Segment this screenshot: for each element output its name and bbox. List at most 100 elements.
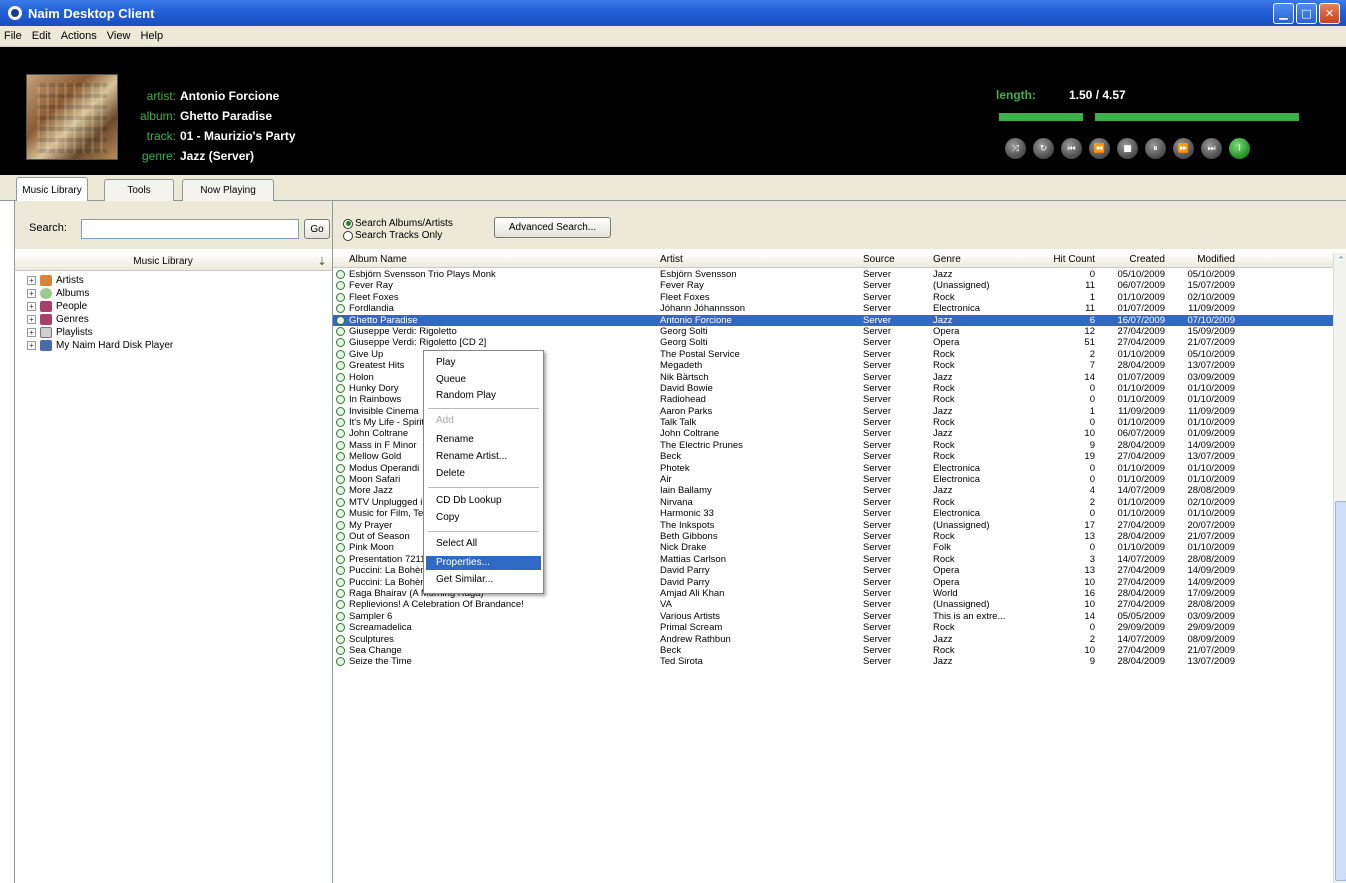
tab-tools[interactable]: Tools [104,179,174,201]
column-hit-count[interactable]: Hit Count [1035,254,1095,265]
table-row[interactable]: Sculptures Andrew Rathbun Server Jazz 2 14/07… [333,634,1333,645]
column-created[interactable]: Created [1105,254,1165,265]
menu-item-queue[interactable]: Queue [436,373,466,387]
expand-icon[interactable]: + [27,301,36,311]
hit-count-cell: 14 [1084,610,1095,622]
hit-count-cell: 0 [1089,269,1095,280]
table-row[interactable]: Ghetto Paradise Antonio Forcione Server Jaz… [333,314,1333,326]
expand-icon[interactable]: + [27,314,36,324]
radio-dot[interactable] [343,218,353,229]
menu-item-get-similar[interactable]: Get Similar... [436,573,493,587]
radio-dot[interactable] [343,230,353,241]
table-row[interactable]: Giuseppe Verdi: Rigoletto [CD 2] Georg So… [333,337,1333,348]
genre-cell: (Unassigned) [933,280,990,292]
menu-item-select-all[interactable]: Select All [436,537,477,551]
table-row[interactable]: Replievions! A Celebration Of Brandance!… [333,599,1333,610]
expand-icon[interactable]: + [27,327,36,337]
menu-item-random-play[interactable]: Random Play [436,389,496,403]
menu-item-cddb-lookup[interactable]: CD Db Lookup [436,494,502,508]
album-name-cell: Replievions! A Celebration Of Brandance! [349,599,524,611]
output-icon[interactable]: ⌇ [1229,138,1250,159]
close-icon[interactable]: ✕ [1319,3,1340,24]
hit-count-cell: 10 [1084,428,1095,440]
menu-item-rename[interactable]: Rename [436,433,474,447]
radio-search-tracks[interactable]: Search Tracks Only [343,230,442,241]
column-modified[interactable]: Modified [1175,254,1235,265]
album-icon [336,554,345,564]
hit-count-cell: 1 [1089,405,1095,417]
rewind-icon[interactable]: ⏪ [1089,138,1110,159]
table-row[interactable]: Sampler 6 Various Artists Server This is an… [333,611,1333,622]
tree-item-hard-disk-player[interactable]: + My Naim Hard Disk Player [27,339,173,351]
menu-view[interactable]: View [107,30,131,42]
column-album-name[interactable]: Album Name [349,254,407,265]
fast-forward-icon[interactable]: ⏩ [1173,138,1194,159]
artist-cell: Fleet Foxes [660,291,710,303]
tab-now-playing[interactable]: Now Playing [182,179,274,201]
table-row[interactable]: Sea Change Beck Server Rock 10 27/04/2009 21/0… [333,645,1333,656]
radio-search-albums[interactable]: Search Albums/Artists [343,218,453,229]
menu-item-rename-artist[interactable]: Rename Artist... [436,450,507,464]
advanced-search-button[interactable]: Advanced Search... [494,217,611,238]
maximize-icon[interactable]: □ [1296,3,1317,24]
progress-bar[interactable] [999,113,1299,121]
table-row[interactable]: Screamadelica Primal Scream Server Rock 0 29/… [333,622,1333,633]
expand-icon[interactable]: + [27,288,36,298]
skip-start-icon[interactable]: ⏮ [1061,138,1082,159]
table-row[interactable]: Esbjörn Svensson Trio Plays Monk Esbjörn … [333,269,1333,280]
created-cell: 06/07/2009 [1117,428,1165,440]
column-genre[interactable]: Genre [933,254,961,265]
table-row[interactable]: Seize the Time Ted Sirota Server Jazz 9 28/04… [333,656,1333,667]
created-cell: 14/07/2009 [1117,553,1165,565]
menu-actions[interactable]: Actions [61,30,97,42]
album-icon [336,395,345,405]
menu-edit[interactable]: Edit [32,30,51,42]
repeat-icon[interactable]: ↻ [1033,138,1054,159]
skip-end-icon[interactable]: ⏭ [1201,138,1222,159]
tree-item-artists[interactable]: + Artists [27,274,84,286]
artist-cell: Nik Bärtsch [660,371,709,383]
tab-music-library[interactable]: Music Library [16,177,88,202]
artist-cell: Esbjörn Svensson [660,269,737,280]
table-row[interactable]: Fleet Foxes Fleet Foxes Server Rock 1 01/10/2… [333,292,1333,303]
menu-item-delete[interactable]: Delete [436,467,465,481]
tree-item-people[interactable]: + People [27,300,87,312]
go-button[interactable]: Go [304,219,330,239]
source-cell: Server [863,325,891,337]
artist-cell: Jóhann Jóhannsson [660,303,746,315]
vertical-scrollbar[interactable]: ⌃ [1333,253,1346,883]
tree-item-playlists[interactable]: + Playlists [27,326,93,338]
menu-file[interactable]: File [4,30,22,42]
menu-item-copy[interactable]: Copy [436,511,459,525]
created-cell: 16/07/2009 [1117,314,1165,326]
menu-item-play[interactable]: Play [436,356,455,370]
scrollbar-thumb[interactable] [1335,501,1346,881]
shuffle-icon[interactable]: ⤨ [1005,138,1026,159]
sort-icon[interactable]: ⇣ [311,255,333,268]
source-cell: Server [863,314,891,326]
hit-count-cell: 9 [1089,439,1095,451]
column-artist[interactable]: Artist [660,254,683,265]
expand-icon[interactable]: + [27,340,36,350]
modified-cell: 14/09/2009 [1187,565,1235,577]
column-source[interactable]: Source [863,254,895,265]
tree-item-albums[interactable]: + Albums [27,287,89,299]
tree-label: Artists [56,274,84,286]
genre-cell: Electronica [933,474,980,486]
source-cell: Server [863,508,891,520]
menu-item-properties[interactable]: Properties... [426,556,541,570]
menu-help[interactable]: Help [140,30,163,42]
album-icon [336,349,345,359]
tree-item-genres[interactable]: + Genres [27,313,89,325]
search-input[interactable] [81,219,299,239]
created-cell: 05/10/2009 [1117,269,1165,280]
source-cell: Server [863,417,891,429]
minimize-icon[interactable]: ▁ [1273,3,1294,24]
expand-icon[interactable]: + [27,275,36,285]
table-row[interactable]: Giuseppe Verdi: Rigoletto Georg Solti Serv… [333,326,1333,337]
table-row[interactable]: Fordlandia Jóhann Jóhannsson Server Electro… [333,303,1333,314]
table-row[interactable]: Fever Ray Fever Ray Server (Unassigned) 11 06… [333,280,1333,291]
scroll-up-icon[interactable]: ⌃ [1335,255,1346,267]
pause-icon[interactable]: ⏸ [1145,138,1166,159]
stop-icon[interactable]: ■ [1117,138,1138,159]
